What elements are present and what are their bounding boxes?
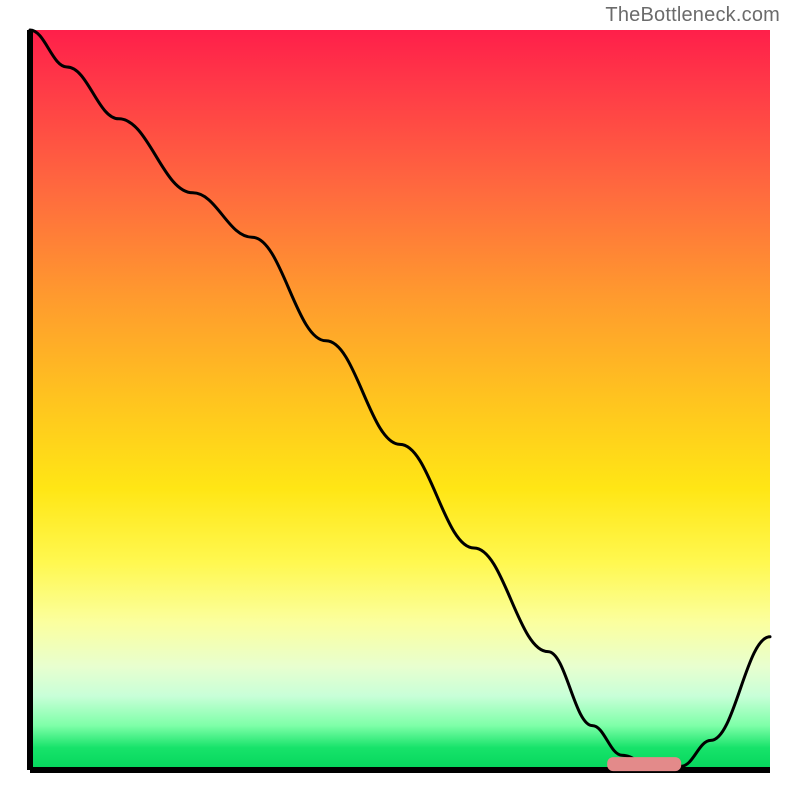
chart-background <box>30 30 770 770</box>
attribution-text: TheBottleneck.com <box>605 4 780 27</box>
